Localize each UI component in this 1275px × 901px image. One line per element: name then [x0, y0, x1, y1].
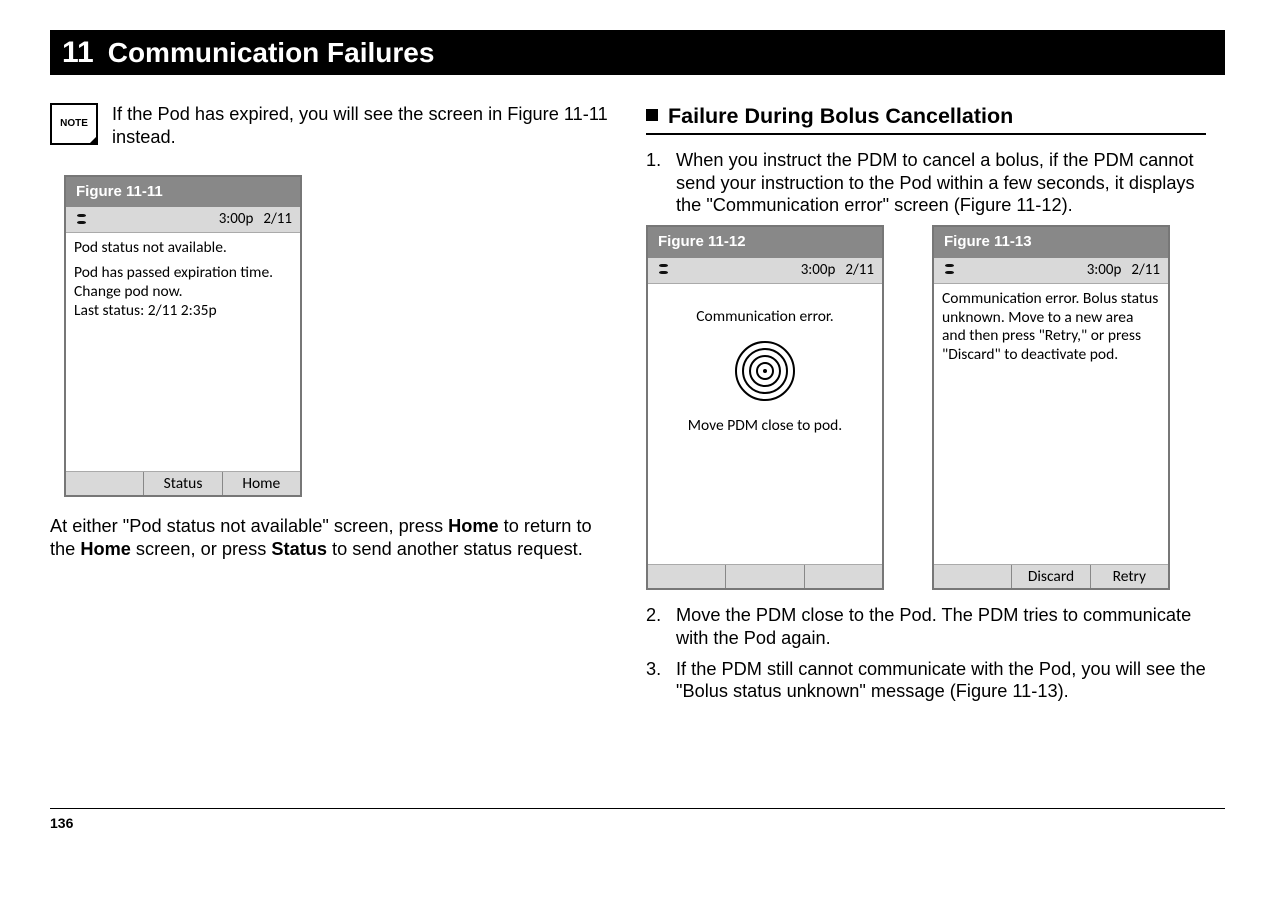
pod-icon — [656, 264, 671, 276]
chapter-number: 11 — [62, 36, 94, 70]
softkey-bar: Status Home — [66, 471, 300, 495]
device-time: 3:00p — [219, 210, 254, 229]
right-column: Failure During Bolus Cancellation 1. Whe… — [646, 103, 1206, 808]
figure-11-12: Figure 11-12 3:00p 2/11 Communication er… — [646, 225, 884, 590]
screen-line: Last status: 2/11 2:35p — [74, 302, 292, 321]
device-status-bar: 3:00p 2/11 — [934, 258, 1168, 284]
softkey-discard[interactable]: Discard — [1011, 565, 1089, 588]
page-footer: 136 — [50, 808, 1225, 831]
softkey-home[interactable]: Home — [222, 472, 300, 495]
section-title: Failure During Bolus Cancellation — [668, 103, 1013, 130]
step-text: When you instruct the PDM to cancel a bo… — [676, 149, 1206, 217]
softkey-empty[interactable] — [804, 565, 882, 588]
figure-caption: Figure 11-12 — [648, 227, 882, 258]
pod-icon — [74, 214, 89, 226]
figure-11-13: Figure 11-13 3:00p 2/11 Communication er… — [932, 225, 1170, 590]
text-bold: Status — [271, 539, 327, 559]
chapter-title: Communication Failures — [108, 37, 435, 69]
text-run: screen, or press — [131, 539, 272, 559]
paragraph: At either "Pod status not available" scr… — [50, 515, 610, 561]
screen-line: Communication error. — [656, 308, 874, 327]
device-screen: Communication error. Move PDM close to p… — [648, 284, 882, 564]
square-bullet-icon — [646, 109, 658, 121]
figure-11-11: Figure 11-11 3:00p 2/11 Pod status not a… — [64, 175, 302, 498]
device-time: 3:00p — [1087, 261, 1122, 280]
device-screen: Communication error. Bolus status unknow… — [934, 284, 1168, 564]
screen-body: Communication error. Bolus status unknow… — [942, 290, 1160, 366]
figure-caption: Figure 11-11 — [66, 177, 300, 208]
figures-row: Figure 11-12 3:00p 2/11 Communication er… — [646, 225, 1206, 590]
device-status-bar: 3:00p 2/11 — [648, 258, 882, 284]
softkey-bar — [648, 564, 882, 588]
figure-caption: Figure 11-13 — [934, 227, 1168, 258]
softkey-retry[interactable]: Retry — [1090, 565, 1168, 588]
device-date: 2/11 — [263, 210, 292, 229]
device-date: 2/11 — [1131, 261, 1160, 280]
softkey-empty[interactable] — [66, 472, 143, 495]
note-text: If the Pod has expired, you will see the… — [112, 103, 610, 149]
text-bold: Home — [448, 516, 499, 536]
pod-icon — [942, 264, 957, 276]
wireless-icon — [737, 343, 793, 399]
chapter-header: 11 Communication Failures — [50, 30, 1225, 75]
softkey-empty[interactable] — [648, 565, 725, 588]
step-1: 1. When you instruct the PDM to cancel a… — [646, 149, 1206, 217]
screen-line: Move PDM close to pod. — [656, 417, 874, 436]
step-text: Move the PDM close to the Pod. The PDM t… — [676, 604, 1206, 650]
softkey-empty[interactable] — [725, 565, 803, 588]
section-heading: Failure During Bolus Cancellation — [646, 103, 1206, 135]
text-run: to send another status request. — [327, 539, 583, 559]
softkey-bar: Discard Retry — [934, 564, 1168, 588]
device-status-bar: 3:00p 2/11 — [66, 207, 300, 233]
softkey-empty[interactable] — [934, 565, 1011, 588]
step-text: If the PDM still cannot communicate with… — [676, 658, 1206, 704]
device-date: 2/11 — [845, 261, 874, 280]
device-screen: Pod status not available. Pod has passed… — [66, 233, 300, 471]
softkey-status[interactable]: Status — [143, 472, 221, 495]
note-icon: NOTE — [50, 103, 98, 145]
left-column: NOTE If the Pod has expired, you will se… — [50, 103, 610, 808]
note-block: NOTE If the Pod has expired, you will se… — [50, 103, 610, 149]
text-run: At either "Pod status not available" scr… — [50, 516, 448, 536]
step-number: 1. — [646, 149, 666, 217]
page-number: 136 — [50, 815, 73, 831]
device-time: 3:00p — [801, 261, 836, 280]
step-2: 2. Move the PDM close to the Pod. The PD… — [646, 604, 1206, 650]
step-number: 2. — [646, 604, 666, 650]
step-3: 3. If the PDM still cannot communicate w… — [646, 658, 1206, 704]
screen-line: Pod status not available. — [74, 239, 292, 258]
screen-line: Pod has passed expiration time. Change p… — [74, 264, 292, 302]
text-bold: Home — [80, 539, 131, 559]
step-number: 3. — [646, 658, 666, 704]
